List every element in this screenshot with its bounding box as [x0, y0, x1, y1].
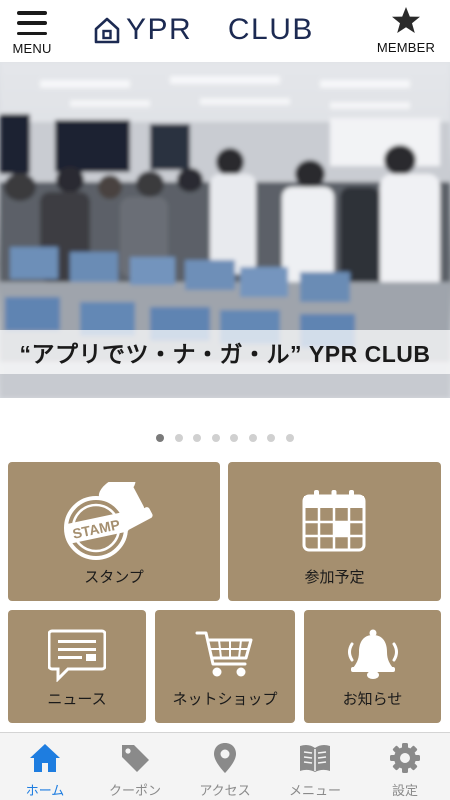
- logo-text: YPR CLUB: [126, 13, 314, 46]
- slide-dot[interactable]: [193, 434, 202, 442]
- calendar-tile-label: 参加予定: [304, 568, 365, 586]
- house-logo-icon: [94, 17, 120, 44]
- slide-dot[interactable]: [248, 434, 257, 442]
- menu-label: MENU: [12, 41, 52, 56]
- news-tile[interactable]: ニュース: [8, 610, 146, 723]
- hamburger-icon: [17, 11, 47, 35]
- location-pin-icon: [214, 743, 236, 773]
- app-logo: YPR CLUB: [94, 13, 314, 46]
- menu-button[interactable]: MENU: [8, 8, 56, 58]
- slide-dot[interactable]: [211, 434, 220, 442]
- hero-caption: “アプリでツ・ナ・ガ・ル” YPR CLUB: [0, 330, 450, 374]
- tab-settings-label: 設定: [391, 784, 418, 799]
- slide-dot[interactable]: [285, 434, 294, 442]
- netshop-tile-label: ネットショップ: [172, 690, 278, 708]
- slide-dot[interactable]: [156, 434, 165, 442]
- netshop-tile[interactable]: ネットショップ: [155, 610, 295, 723]
- slide-dot[interactable]: [174, 434, 183, 442]
- settings-gear-icon: [390, 743, 420, 773]
- tab-coupon[interactable]: クーポン: [90, 733, 180, 800]
- coupon-tag-icon: [122, 745, 149, 772]
- calendar-icon: [302, 490, 366, 552]
- home-icon: [30, 744, 60, 772]
- slide-pagination: [0, 434, 450, 444]
- member-label: MEMBER: [376, 40, 436, 55]
- notice-tile[interactable]: お知らせ: [304, 610, 441, 723]
- app-header: MENU YPR CLUB MEMBER: [0, 0, 450, 62]
- tab-menu[interactable]: メニュー: [270, 733, 360, 800]
- menu-book-icon: [300, 744, 330, 772]
- slide-dot[interactable]: [230, 434, 239, 442]
- stamp-tile[interactable]: STAMP スタンプ: [8, 462, 220, 601]
- news-icon: [48, 629, 106, 682]
- news-tile-label: ニュース: [47, 690, 107, 708]
- calendar-tile[interactable]: 参加予定: [228, 462, 441, 601]
- bottom-tab-bar: ホーム クーポン アクセス メニュー 設定: [0, 732, 450, 800]
- bell-icon: [348, 629, 398, 679]
- star-icon: [392, 7, 420, 33]
- notice-tile-label: お知らせ: [342, 690, 403, 708]
- stamp-tile-label: スタンプ: [84, 568, 144, 586]
- tab-coupon-label: クーポン: [108, 784, 161, 799]
- tab-access[interactable]: アクセス: [180, 733, 270, 800]
- tab-home[interactable]: ホーム: [0, 733, 90, 800]
- tab-settings[interactable]: 設定: [360, 733, 450, 800]
- tab-home-label: ホーム: [25, 784, 65, 799]
- shopping-cart-icon: [195, 631, 253, 677]
- member-button[interactable]: MEMBER: [374, 6, 438, 58]
- stamp-icon: STAMP: [64, 482, 153, 560]
- tab-menu-label: メニュー: [288, 784, 341, 799]
- slide-dot[interactable]: [267, 434, 276, 442]
- hero-slideshow[interactable]: “アプリでツ・ナ・ガ・ル” YPR CLUB: [0, 62, 450, 398]
- tab-access-label: アクセス: [199, 784, 251, 799]
